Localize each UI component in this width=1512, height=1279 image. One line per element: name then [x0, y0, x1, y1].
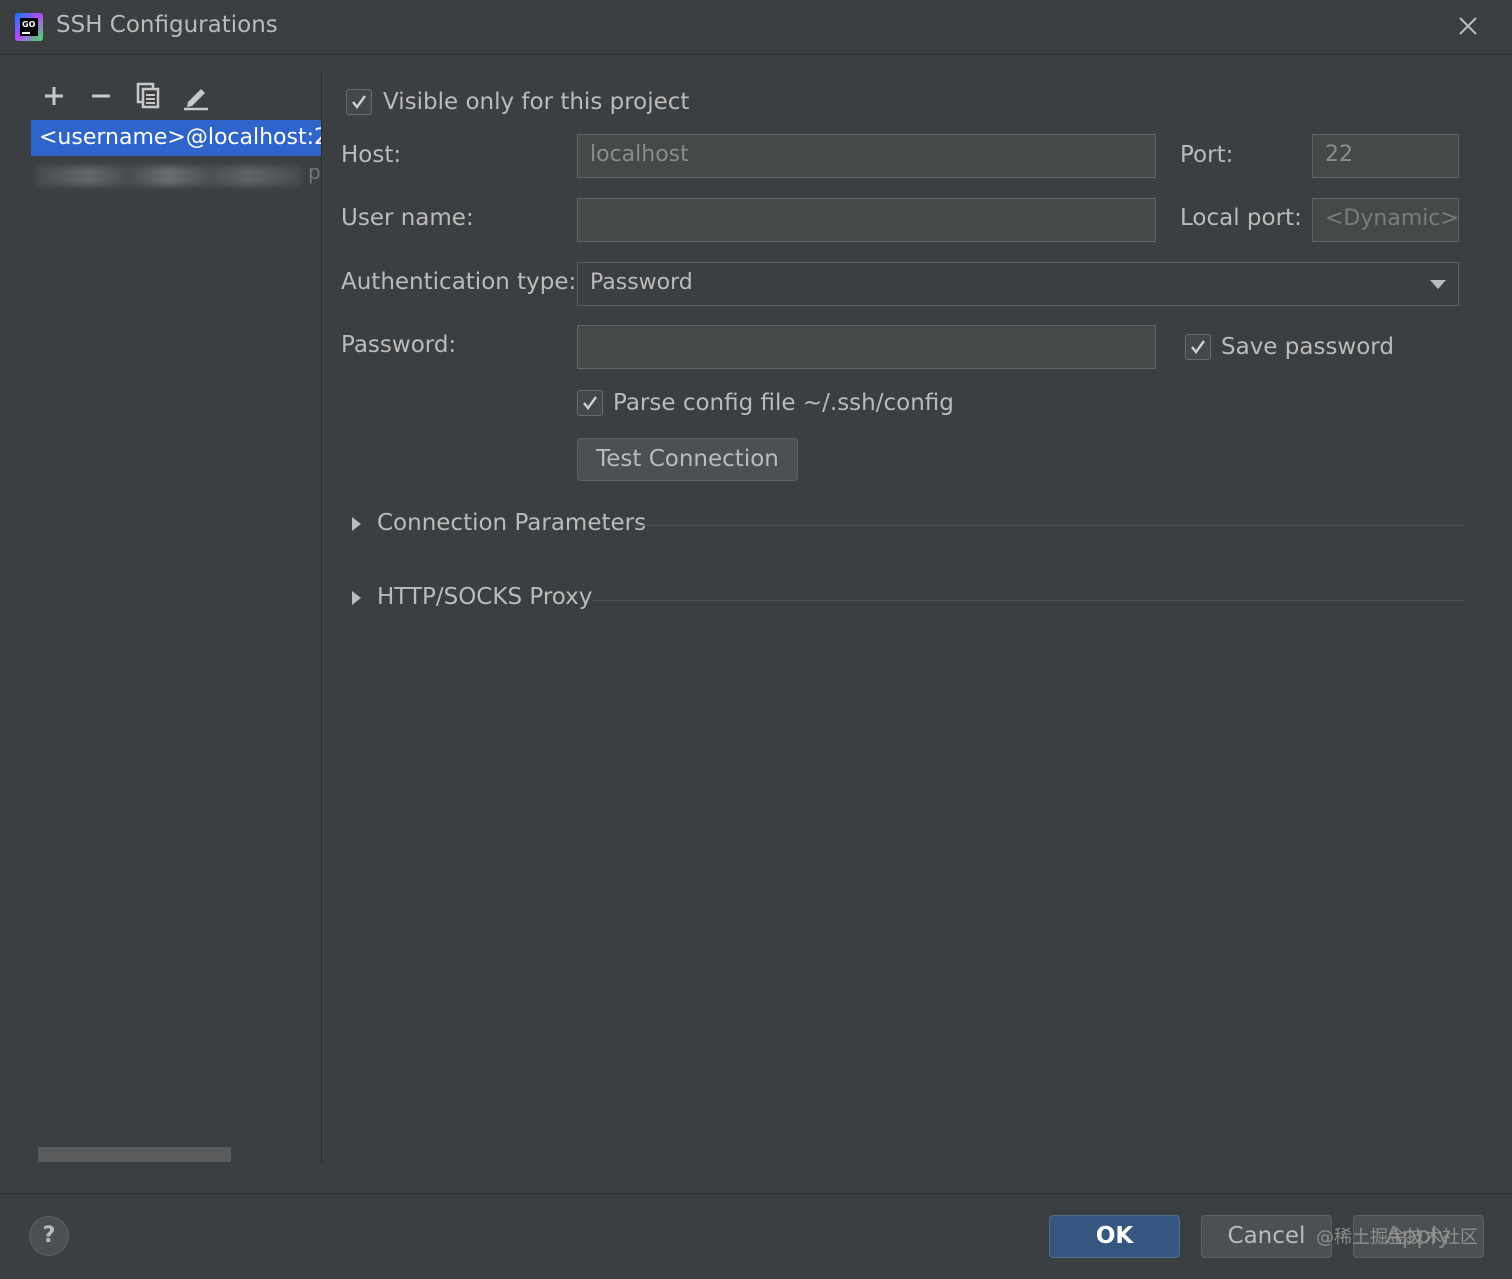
- copy-icon[interactable]: [132, 80, 164, 112]
- parse-config-label[interactable]: Parse config file ~/.ssh/config: [613, 390, 954, 416]
- username-label: User name:: [341, 205, 474, 231]
- save-password-checkbox[interactable]: [1185, 334, 1211, 360]
- connection-parameters-section[interactable]: Connection Parameters: [377, 510, 646, 536]
- section-divider: [592, 600, 1464, 601]
- visible-only-label[interactable]: Visible only for this project: [383, 89, 689, 115]
- password-label: Password:: [341, 332, 457, 358]
- auth-type-label: Authentication type:: [341, 269, 577, 295]
- connections-panel: [0, 55, 321, 1193]
- goland-icon: GO: [14, 12, 44, 42]
- help-button[interactable]: ?: [29, 1216, 69, 1256]
- local-port-field[interactable]: <Dynamic>: [1312, 198, 1459, 242]
- host-label: Host:: [341, 142, 402, 168]
- svg-text:GO: GO: [22, 20, 36, 29]
- connection-item[interactable]: p: [36, 160, 321, 190]
- port-field[interactable]: 22: [1312, 134, 1459, 178]
- section-divider: [632, 525, 1464, 526]
- pencil-icon[interactable]: [180, 80, 212, 112]
- close-icon[interactable]: [1454, 12, 1482, 40]
- local-port-label: Local port:: [1180, 205, 1302, 231]
- obscured-text: [36, 166, 302, 186]
- parse-config-checkbox[interactable]: [577, 390, 603, 416]
- minus-icon[interactable]: [85, 80, 117, 112]
- panel-divider[interactable]: [321, 72, 322, 1164]
- connection-item-tail: p: [308, 160, 321, 184]
- cancel-button[interactable]: Cancel: [1201, 1215, 1332, 1258]
- host-field[interactable]: localhost: [577, 134, 1156, 178]
- password-field[interactable]: [577, 325, 1156, 369]
- test-connection-button[interactable]: Test Connection: [577, 438, 798, 481]
- footer-divider: [0, 1193, 1512, 1194]
- connection-item[interactable]: <username>@localhost:22: [31, 120, 321, 156]
- plus-icon[interactable]: [38, 80, 70, 112]
- port-label: Port:: [1180, 142, 1234, 168]
- proxy-section[interactable]: HTTP/SOCKS Proxy: [377, 584, 592, 610]
- horizontal-scrollbar[interactable]: [38, 1147, 231, 1162]
- expand-arrow-icon[interactable]: [350, 515, 364, 533]
- visible-only-checkbox[interactable]: [346, 89, 372, 115]
- save-password-label[interactable]: Save password: [1221, 334, 1394, 360]
- ok-button[interactable]: OK: [1049, 1215, 1180, 1258]
- auth-type-value: Password: [590, 270, 693, 295]
- chevron-down-icon[interactable]: [1428, 276, 1448, 292]
- username-field[interactable]: [577, 198, 1156, 242]
- expand-arrow-icon[interactable]: [350, 589, 364, 607]
- auth-type-select[interactable]: Password: [577, 262, 1459, 306]
- window-title: SSH Configurations: [56, 12, 278, 38]
- watermark: @稀土掘金技术社区: [1316, 1227, 1478, 1248]
